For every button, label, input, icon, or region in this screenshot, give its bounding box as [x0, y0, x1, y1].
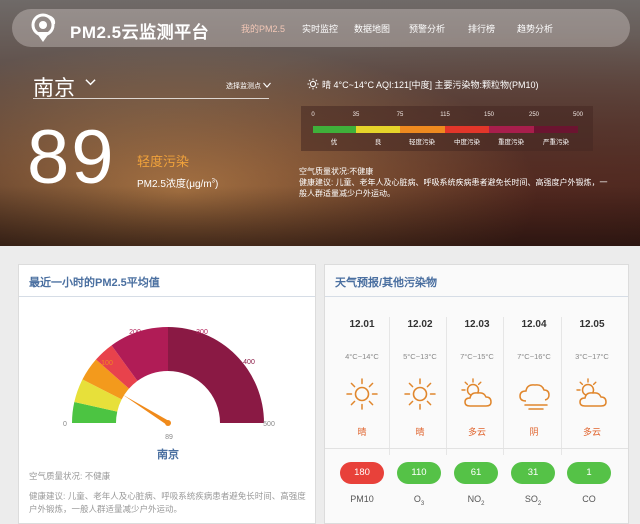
scale-tick: 75 [396, 112, 404, 118]
gauge-label: 0 [63, 421, 67, 428]
scale-tick: 35 [352, 112, 360, 118]
card-title: 天气预报/其他污染物 [335, 277, 438, 289]
chevron-down-icon [85, 79, 96, 86]
scale-band [313, 126, 356, 133]
scale-band-label: 重度污染 [498, 139, 524, 146]
forecast-temp: 7°C~16°C [517, 352, 551, 361]
scale-band [489, 126, 534, 133]
nav-realtime-monitor[interactable]: 实时监控 [302, 22, 338, 35]
gauge-needle-shape [122, 394, 170, 425]
scale-band [445, 126, 489, 133]
pollutant-badge-o3: 110 [397, 462, 441, 484]
forecast-condition: 多云 [467, 427, 486, 437]
card-title: 最近一小时的PM2.5平均值 [29, 277, 160, 289]
overcast-icon [519, 384, 550, 410]
pollutant-badge-so2: 31 [511, 462, 555, 484]
gauge-label: 100 [101, 360, 113, 367]
forecast-condition: 多云 [582, 427, 601, 437]
pollutant-badge-no2: 61 [454, 462, 498, 484]
pollutant-name: CO [582, 494, 596, 504]
pollutant-badge-co: 1 [567, 462, 611, 484]
forecast-date: 12.04 [521, 319, 547, 330]
nav-alert-analysis[interactable]: 预警分析 [409, 22, 445, 35]
scale-tick: 150 [483, 112, 495, 118]
forecast-date: 12.01 [349, 319, 375, 330]
health-advice: 健康建议: 儿童、老年人及心脏病、呼吸系统疾病患者避免长时间、高强度户外锻炼，一… [299, 178, 608, 198]
chevron-down-icon [263, 82, 271, 88]
forecast-temp: 3°C~17°C [575, 352, 609, 361]
nav-data-map[interactable]: 数据地图 [354, 22, 390, 35]
station-selector[interactable]: 选择监测点 [226, 81, 261, 91]
divider [19, 296, 315, 297]
scale-tick: 0 [311, 112, 315, 118]
scale-tick: 250 [528, 112, 540, 118]
scale-band-label: 轻度污染 [409, 139, 435, 146]
scale-band [356, 126, 400, 133]
scale-band-label: 良 [374, 139, 382, 146]
nav-my-pm25[interactable]: 我的PM2.5 [241, 22, 285, 35]
pm25-gauge: 0 100 200 300 400 500 89 [63, 327, 275, 441]
forecast-date: 12.03 [464, 319, 490, 330]
aqi-unit: PM2.5浓度(μg/m3) [137, 178, 219, 190]
hero-banner: PM2.5云监测平台 我的PM2.5 实时监控 数据地图 预警分析 排行榜 趋势… [0, 0, 640, 246]
partly-cloudy-icon [576, 378, 607, 407]
gauge-city: 南京 [157, 449, 179, 461]
pollutant-name: PM10 [350, 494, 374, 504]
scale-band [534, 126, 578, 133]
scale-band-label: 优 [330, 139, 338, 146]
pollutant-badge-pm10: 180 [340, 462, 384, 484]
logo-icon [31, 13, 56, 42]
nav-ranking[interactable]: 排行榜 [468, 22, 495, 35]
forecast-condition: 晴 [357, 427, 367, 437]
forecast-temp: 5°C~13°C [403, 352, 437, 361]
air-quality-status: 空气质量状况: 不健康 [29, 471, 111, 481]
gauge-value-label: 89 [165, 434, 173, 441]
forecast-condition: 阴 [529, 427, 539, 437]
top-navbar: PM2.5云监测平台 我的PM2.5 实时监控 数据地图 预警分析 排行榜 趋势… [12, 9, 630, 47]
gauge-label: 200 [129, 329, 141, 336]
pollutant-name: NO2 [467, 494, 485, 507]
gauge-needle [122, 394, 171, 426]
forecast-condition: 晴 [415, 427, 425, 437]
gauge-hub [165, 420, 171, 426]
air-quality-status: 空气质量状况:不健康 [299, 167, 374, 176]
health-advice: 健康建议: 儿童、老年人及心脏病、呼吸系统疾病患者避免长时间、高强度户外锻炼，一… [29, 491, 306, 514]
forecast-date: 12.05 [579, 319, 605, 330]
gauge-label: 500 [263, 421, 275, 428]
forecast-card: 天气预报/其他污染物 12.01 4°C~14°C 晴 12.02 5°C~13… [324, 264, 629, 524]
divider [325, 448, 628, 449]
scale-tick: 115 [440, 112, 450, 118]
city-selector[interactable]: 南京 选择监测点 [33, 72, 271, 100]
nav-trend-analysis[interactable]: 趋势分析 [517, 22, 553, 35]
pollutant-name: SO2 [524, 494, 542, 507]
sun-icon [346, 378, 378, 410]
gauge-label: 300 [196, 329, 208, 336]
app-title: PM2.5云监测平台 [70, 23, 210, 42]
aqi-scale-legend: 0 35 75 115 150 250 500 优 良 轻度污染 中度污染 重度… [301, 106, 593, 151]
scale-band [400, 126, 445, 133]
sun-icon [404, 378, 436, 410]
scale-band-label: 中度污染 [454, 139, 480, 146]
forecast-temp: 7°C~15°C [460, 352, 494, 361]
divider [325, 296, 628, 297]
forecast-date: 12.02 [407, 319, 433, 330]
pollutant-name: O3 [413, 494, 425, 507]
aqi-value: 89 [27, 115, 116, 200]
pm25-hourly-card: 最近一小时的PM2.5平均值 0 100 200 300 400 500 89 … [18, 264, 316, 524]
scale-tick: 500 [572, 112, 584, 118]
city-name: 南京 [33, 77, 75, 100]
aqi-level: 轻度污染 [137, 154, 190, 169]
sun-icon [307, 78, 319, 90]
partly-cloudy-icon [461, 378, 492, 407]
forecast-temp: 4°C~14°C [345, 352, 379, 361]
weather-summary: 晴 4°C~14°C AQI:121[中度] 主要污染物:颗粒物(PM10) [307, 78, 539, 91]
gauge-band [168, 327, 264, 423]
scale-band-label: 严重污染 [543, 139, 569, 146]
gauge-label: 400 [243, 359, 255, 366]
